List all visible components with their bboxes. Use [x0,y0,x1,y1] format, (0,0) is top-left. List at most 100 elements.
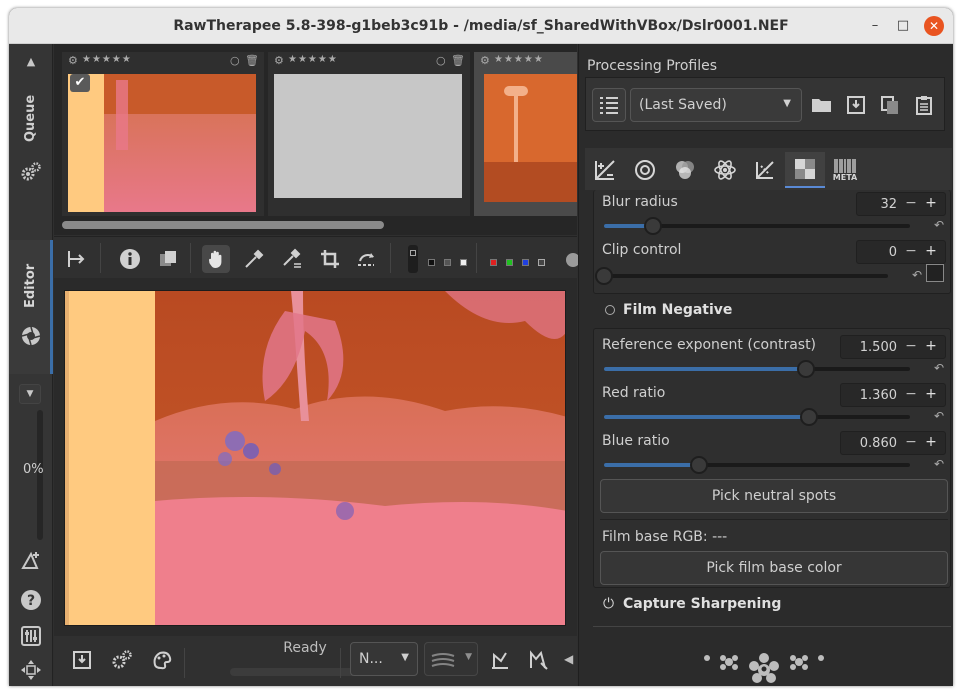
info-icon[interactable] [116,245,144,273]
channel-red-icon[interactable] [490,259,497,266]
copy-profile-icon[interactable] [876,91,904,119]
mask-preview-toggle[interactable] [408,245,418,273]
tab-advanced-icon[interactable] [705,152,745,188]
open-profile-icon[interactable] [808,91,836,119]
slider-knob[interactable] [643,217,662,235]
trash-icon[interactable]: 🗑 [451,54,465,67]
slider-knob[interactable] [689,456,708,474]
blue-ratio-spinner[interactable]: 0.860 − + [840,431,946,455]
rating-stars[interactable]: ★★★★★ [82,54,132,65]
hand-tool-icon[interactable] [202,245,230,273]
gear-icon[interactable]: ⚙ [68,54,78,67]
clip-preview-checkbox[interactable] [926,264,944,282]
rating-stars[interactable]: ★★★★★ [288,54,338,65]
reset-icon[interactable]: ↶ [934,457,944,471]
add-tag-icon[interactable] [19,548,43,572]
reset-icon[interactable]: ↶ [934,409,944,423]
output-profile-select[interactable]: N... ▼ [350,642,418,676]
slider-knob[interactable] [595,267,613,285]
thumbnail-1[interactable]: ⚙ ★★★★★ ○ 🗑 ✔ [62,52,264,216]
trash-icon[interactable]: 🗑 [245,54,259,67]
fullscreen-move-icon[interactable] [19,658,43,682]
color-picker-icon[interactable] [278,245,306,273]
minus-icon[interactable]: − [903,386,919,402]
reset-icon[interactable]: ↶ [912,268,922,282]
plus-icon[interactable]: + [923,243,939,259]
gear-icon[interactable]: ⚙ [274,54,284,67]
intent-select[interactable]: ▼ [424,642,478,676]
profile-list-icon[interactable] [592,88,626,122]
white-balance-picker-icon[interactable] [240,245,268,273]
checkmark-icon[interactable]: ✔ [70,74,90,92]
clip-control-slider[interactable] [595,267,888,285]
reject-icon[interactable]: ○ [230,54,240,67]
help-icon[interactable]: ? [19,588,43,612]
reset-icon[interactable]: ↶ [934,218,944,232]
capture-sharpening-header[interactable]: Capture Sharpening [623,596,781,612]
collapse-up-icon[interactable]: ▲ [23,54,39,68]
tab-exposure-icon[interactable] [585,152,625,188]
red-ratio-spinner[interactable]: 1.360 − + [840,383,946,407]
rating-stars[interactable]: ★★★★★ [494,54,544,65]
plus-icon[interactable]: + [923,195,939,211]
dropdown-icon[interactable]: ▼ [19,384,41,404]
reset-icon[interactable]: ↶ [934,361,944,375]
power-icon[interactable]: ⏻ [603,596,614,612]
pick-film-base-color-button[interactable]: Pick film base color [600,551,948,585]
minimize-button[interactable]: – [865,16,885,36]
slider-knob[interactable] [800,408,819,426]
soft-proof-icon[interactable] [486,646,514,674]
channel-luminance-icon[interactable] [538,259,545,266]
tab-raw-icon[interactable] [785,152,825,188]
before-after-icon[interactable] [154,245,182,273]
close-button[interactable]: ✕ [924,16,944,36]
blue-ratio-slider[interactable] [604,456,910,474]
clip-control-spinner[interactable]: 0 − + [856,240,946,264]
tab-color-icon[interactable] [665,152,705,188]
minus-icon[interactable]: − [903,195,919,211]
preview-black-icon[interactable] [428,259,435,266]
gear-icon[interactable]: ⚙ [480,54,490,67]
filmstrip-scrollbar[interactable] [62,221,384,229]
tab-transform-icon[interactable] [745,152,785,188]
minus-icon[interactable]: − [903,338,919,354]
tab-detail-icon[interactable] [625,152,665,188]
minus-icon[interactable]: − [903,243,919,259]
queue-gears-icon[interactable] [108,646,136,674]
external-editor-icon[interactable] [148,646,176,674]
film-negative-header[interactable]: Film Negative [623,302,732,318]
image-canvas[interactable] [54,278,577,636]
slider-knob[interactable] [796,360,815,378]
tab-metadata-icon[interactable]: META [825,152,865,188]
reference-exponent-slider[interactable] [604,360,910,378]
plus-icon[interactable]: + [923,434,939,450]
reject-icon[interactable]: ○ [436,54,446,67]
tab-editor[interactable]: Editor [9,240,53,374]
blur-radius-spinner[interactable]: 32 − + [856,192,946,216]
preferences-icon[interactable] [19,624,43,648]
thumbnail-2[interactable]: ⚙ ★★★★★ ○ 🗑 [268,52,470,216]
hide-history-icon[interactable] [62,245,90,273]
save-profile-icon[interactable] [842,91,870,119]
tab-queue[interactable]: Queue [9,86,53,146]
thumbnail-3[interactable]: ⚙ ★★★★★ [474,52,577,216]
straighten-icon[interactable] [352,245,380,273]
reference-exponent-spinner[interactable]: 1.500 − + [840,335,946,359]
crop-icon[interactable] [316,245,344,273]
paste-profile-icon[interactable] [910,91,938,119]
maximize-button[interactable]: □ [893,16,913,36]
save-image-icon[interactable] [68,646,96,674]
profile-select[interactable]: (Last Saved) ▼ [630,88,802,122]
minus-icon[interactable]: − [903,434,919,450]
red-ratio-slider[interactable] [604,408,910,426]
enable-toggle-icon[interactable] [605,305,615,315]
plus-icon[interactable]: + [923,386,939,402]
preview-white-icon[interactable] [460,259,467,266]
chevron-left-icon[interactable]: ◀ [564,652,573,666]
gamut-check-icon[interactable] [524,646,552,674]
preview-gray-icon[interactable] [444,259,451,266]
blur-radius-slider[interactable] [604,217,910,235]
pick-neutral-spots-button[interactable]: Pick neutral spots [600,479,948,513]
channel-green-icon[interactable] [506,259,513,266]
plus-icon[interactable]: + [923,338,939,354]
